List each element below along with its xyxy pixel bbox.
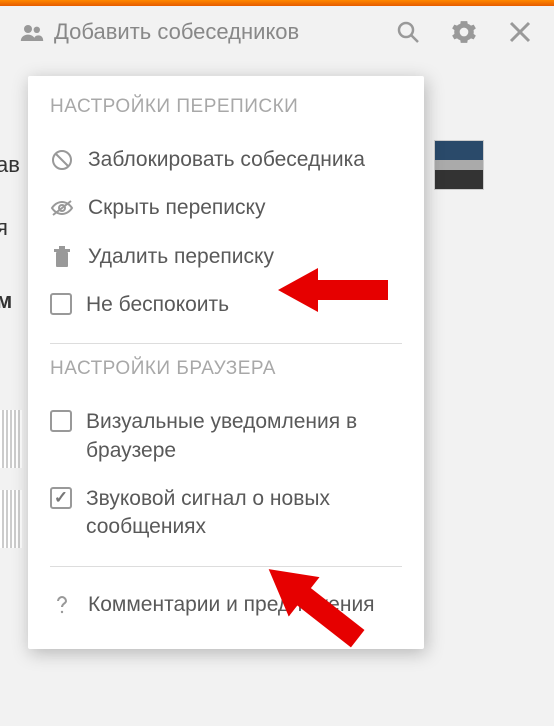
bg-text: ав (0, 152, 20, 178)
bg-text: м (0, 288, 12, 314)
menu-label: Визуальные уведомления в браузере (86, 408, 402, 465)
bg-thumbnail (434, 140, 484, 190)
bg-decoration (0, 410, 22, 468)
checkbox-unchecked[interactable] (50, 410, 72, 432)
bg-text: я (0, 215, 8, 241)
bg-decoration (0, 490, 22, 548)
people-icon (20, 21, 44, 45)
gear-icon[interactable] (450, 18, 478, 46)
menu-label: Звуковой сигнал о новых сообщениях (86, 485, 402, 542)
header-title: Добавить собеседников (54, 19, 299, 45)
block-icon (50, 148, 74, 172)
checkbox-unchecked[interactable] (50, 293, 72, 315)
trash-icon (50, 245, 74, 269)
hide-conversation-item[interactable]: Скрыть переписку (50, 184, 402, 232)
add-participants-button[interactable]: Добавить собеседников (20, 19, 386, 45)
visual-notifications-item[interactable]: Визуальные уведомления в браузере (50, 398, 402, 475)
eye-off-icon (50, 196, 74, 220)
close-icon[interactable] (506, 18, 534, 46)
checkbox-checked[interactable] (50, 487, 72, 509)
section-title-conversation: НАСТРОЙКИ ПЕРЕПИСКИ (50, 96, 402, 118)
chat-header: Добавить собеседников (0, 6, 554, 58)
menu-label: Скрыть переписку (88, 194, 265, 222)
question-icon (50, 593, 74, 617)
search-icon[interactable] (394, 18, 422, 46)
sound-notifications-item[interactable]: Звуковой сигнал о новых сообщениях (50, 475, 402, 552)
block-user-item[interactable]: Заблокировать собеседника (50, 136, 402, 184)
annotation-arrow (278, 262, 388, 318)
menu-label: Не беспокоить (86, 291, 229, 319)
annotation-arrow (252, 548, 372, 658)
menu-label: Удалить переписку (88, 243, 274, 271)
section-title-browser: НАСТРОЙКИ БРАУЗЕРА (50, 358, 402, 380)
divider (50, 343, 402, 344)
menu-label: Заблокировать собеседника (88, 146, 365, 174)
